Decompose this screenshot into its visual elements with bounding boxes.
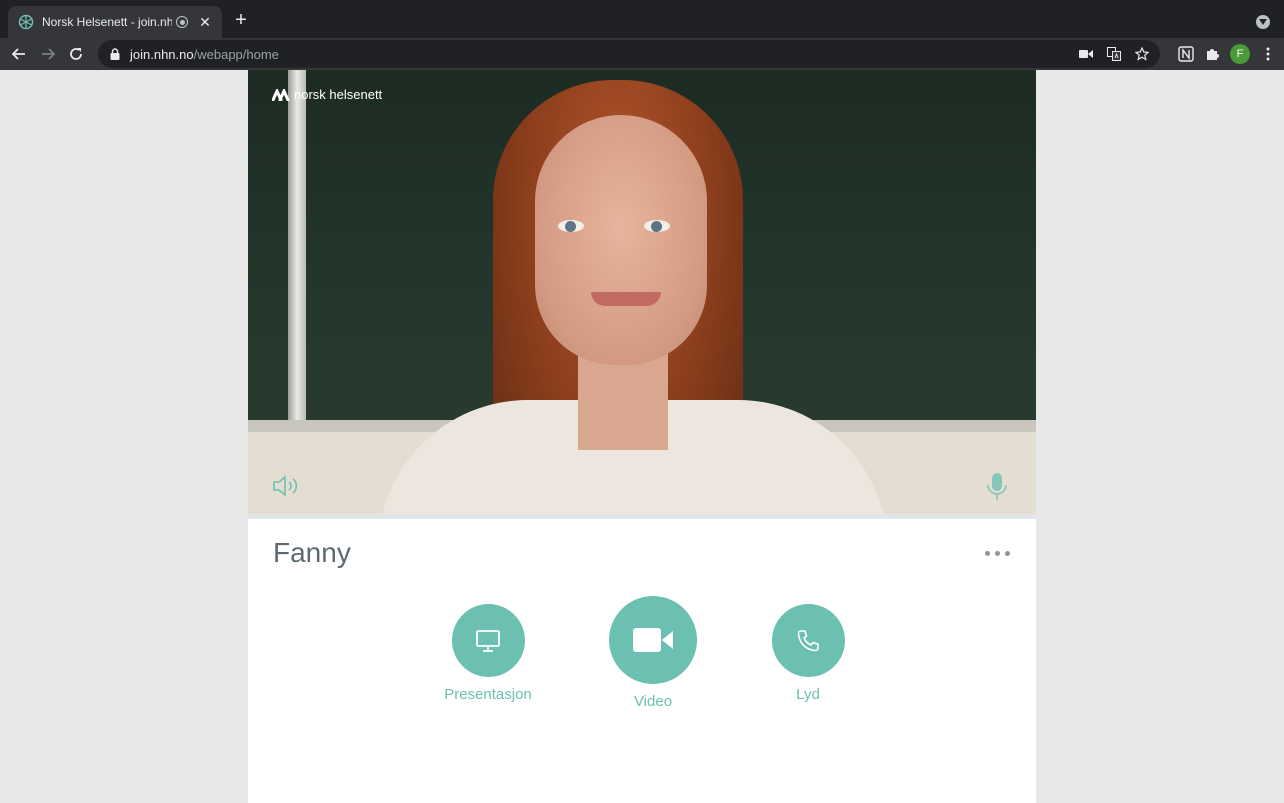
self-view-video: norsk helsenett [248, 70, 1036, 514]
nhn-logo-mark-icon [272, 88, 290, 101]
url-host: join.nhn.no [130, 46, 194, 62]
more-dot [985, 551, 990, 556]
more-options-button[interactable] [985, 551, 1010, 556]
reload-icon [70, 48, 82, 60]
participant-mouth [591, 292, 661, 306]
audio-label: Lyd [796, 686, 820, 703]
bookmark-star-icon[interactable] [1134, 46, 1150, 62]
logo-text: norsk helsenett [294, 87, 383, 102]
browser-tab-bar: Norsk Helsenett - join.nhn. ✕ + [0, 0, 1284, 38]
new-tab-button[interactable]: + [232, 10, 250, 30]
participant-face [535, 115, 707, 365]
browser-tab[interactable]: Norsk Helsenett - join.nhn. ✕ [8, 6, 222, 38]
video-label: Video [633, 693, 673, 710]
participant-eye-left [558, 220, 584, 232]
nhn-favicon-icon [18, 14, 34, 30]
audio-circle[interactable] [771, 604, 845, 677]
back-button[interactable] [9, 44, 29, 64]
forward-button[interactable] [38, 44, 58, 64]
tab-search-button[interactable] [1256, 15, 1270, 29]
url-path: /webapp/home [193, 46, 279, 62]
translate-icon[interactable] [1106, 46, 1122, 62]
lock-icon [110, 48, 120, 60]
arrow-right-icon [42, 48, 56, 60]
phone-icon [797, 629, 819, 651]
more-dot [1005, 551, 1010, 556]
microphone-icon[interactable] [986, 472, 1008, 502]
notion-extension-icon[interactable] [1178, 46, 1194, 62]
presentation-circle[interactable] [451, 604, 525, 677]
browser-menu-icon[interactable] [1260, 46, 1276, 62]
participant-eye-right [644, 220, 670, 232]
arrow-left-icon [11, 48, 25, 60]
address-bar[interactable]: join.nhn.no/webapp/home [98, 40, 1160, 68]
participant-name: Fanny [273, 537, 351, 568]
participant-row: Fanny [248, 519, 1036, 579]
tab-title: Norsk Helsenett - join.nhn. [42, 15, 172, 29]
recording-indicator-icon [176, 16, 188, 28]
monitor-icon [476, 629, 500, 652]
close-tab-icon[interactable]: ✕ [198, 14, 212, 31]
chevron-down-icon [1259, 19, 1267, 25]
video-call-app: norsk helsenett Fanny Presentasjon Video [248, 70, 1036, 803]
browser-toolbar: join.nhn.no/webapp/home F [0, 38, 1284, 70]
norsk-helsenett-logo: norsk helsenett [272, 87, 382, 102]
background-rail [288, 70, 306, 430]
more-dot [995, 551, 1000, 556]
reload-button[interactable] [66, 44, 86, 64]
audio-call-button[interactable]: Lyd [770, 604, 846, 703]
video-circle[interactable] [609, 596, 697, 684]
profile-avatar[interactable]: F [1230, 44, 1250, 64]
video-button[interactable]: Video [609, 596, 697, 710]
presentation-label: Presentasjon [444, 686, 532, 703]
video-camera-icon [633, 628, 673, 652]
presentation-button[interactable]: Presentasjon [440, 604, 536, 703]
url-text: join.nhn.no/webapp/home [130, 47, 279, 62]
speaker-icon[interactable] [272, 474, 302, 498]
extensions-puzzle-icon[interactable] [1204, 46, 1220, 62]
camera-in-use-icon[interactable] [1078, 46, 1094, 62]
call-controls: Presentasjon Video Lyd [248, 579, 1036, 729]
